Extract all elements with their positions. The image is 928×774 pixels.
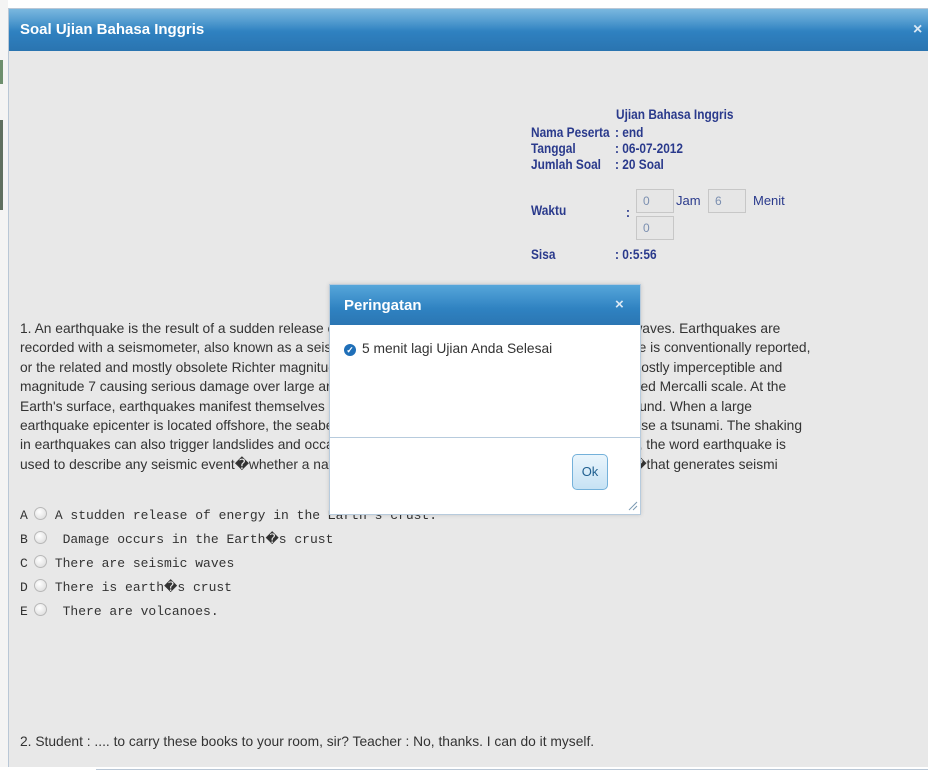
peserta-value: : end: [615, 125, 644, 140]
option-b[interactable]: B Damage occurs in the Earth�s crust: [20, 531, 333, 551]
edge-mark: [0, 60, 3, 84]
radio-button[interactable]: [33, 555, 47, 568]
option-text: There is earth�s crust: [54, 580, 232, 595]
radio-button[interactable]: [33, 507, 47, 520]
question-2-text: 2. Student : .... to carry these books t…: [20, 734, 595, 749]
detik-input[interactable]: 0: [636, 216, 674, 240]
window-title: Soal Ujian Bahasa Inggris: [20, 21, 205, 38]
page-edge: [0, 0, 8, 774]
option-e[interactable]: E There are volcanoes.: [20, 603, 219, 623]
jam-input[interactable]: 0: [636, 189, 674, 213]
radio-button[interactable]: [33, 579, 47, 592]
waktu-label: Waktu: [531, 203, 567, 218]
ok-button[interactable]: Ok: [572, 454, 608, 490]
peserta-label: Nama Peserta: [531, 125, 610, 140]
jumlah-label: Jumlah Soal: [531, 157, 601, 172]
option-letter: E: [20, 604, 28, 619]
option-c[interactable]: C There are seismic waves: [20, 555, 234, 575]
dialog-message-text: 5 menit lagi Ujian Anda Selesai: [362, 341, 553, 356]
sisa-label: Sisa: [531, 247, 556, 262]
tanggal-label: Tanggal: [531, 141, 576, 156]
radio-button[interactable]: [33, 603, 47, 616]
close-icon[interactable]: ×: [615, 296, 624, 313]
option-letter: D: [20, 580, 28, 595]
option-letter: A: [20, 508, 28, 523]
menit-input[interactable]: 6: [708, 189, 746, 213]
jumlah-value: : 20 Soal: [615, 157, 664, 172]
option-text: There are volcanoes.: [54, 604, 219, 619]
menit-unit: Menit: [753, 193, 785, 208]
jam-unit: Jam: [676, 193, 701, 208]
radio-button[interactable]: [33, 531, 47, 544]
check-circle-icon: ✓: [344, 344, 356, 356]
sisa-value: : 0:5:56: [615, 247, 657, 262]
dialog-divider: [330, 437, 640, 438]
option-d[interactable]: D There is earth�s crust: [20, 579, 232, 599]
bottom-strip: [0, 767, 928, 774]
window-titlebar[interactable]: Soal Ujian Bahasa Inggris ×: [9, 9, 928, 51]
dialog-title: Peringatan: [344, 297, 422, 314]
dialog-titlebar[interactable]: Peringatan ×: [330, 285, 640, 325]
edge-mark: [0, 120, 3, 210]
dialog-message: ✓ 5 menit lagi Ujian Anda Selesai: [344, 341, 552, 356]
close-icon[interactable]: ×: [913, 21, 922, 39]
option-text: Damage occurs in the Earth�s crust: [54, 532, 334, 547]
warning-dialog: Peringatan × ✓ 5 menit lagi Ujian Anda Se…: [329, 284, 641, 515]
resize-grip-icon[interactable]: [626, 499, 638, 511]
tanggal-value: : 06-07-2012: [615, 141, 684, 156]
option-letter: C: [20, 556, 28, 571]
exam-heading: Ujian Bahasa Inggris: [616, 107, 734, 122]
waktu-colon: :: [626, 205, 630, 220]
option-text: There are seismic waves: [54, 556, 235, 571]
option-letter: B: [20, 532, 28, 547]
